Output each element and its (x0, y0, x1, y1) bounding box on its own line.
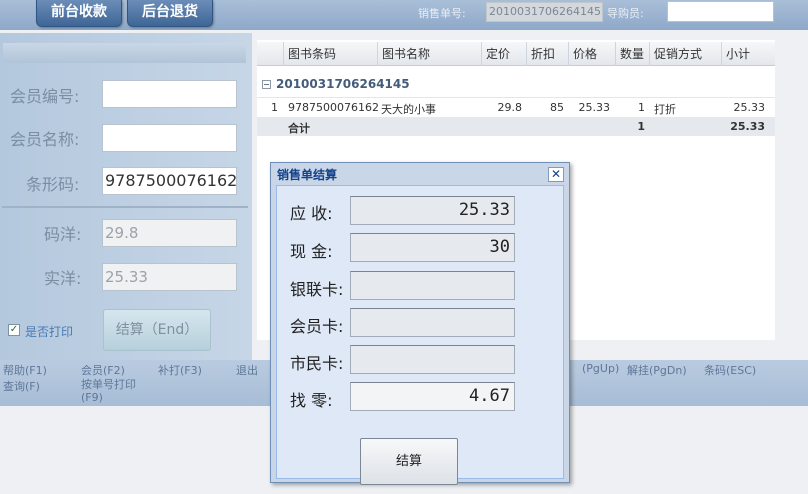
total-subtotal: 25.33 (730, 120, 765, 133)
change-label: 找 零: (290, 391, 333, 410)
top-bar: 前台收款 后台退货 销售单号: 2010031706264145 导购员: (0, 0, 808, 30)
receivable-field[interactable]: 25.33 (350, 196, 515, 225)
cash-input[interactable]: 30 (350, 233, 515, 262)
query-shortcut[interactable]: 查询(F) (3, 378, 40, 394)
entry-panel-header (3, 43, 246, 63)
close-icon[interactable]: ✕ (548, 167, 564, 182)
column-header-promotion[interactable]: 促销方式 (649, 42, 721, 66)
cash-label: 现 金: (290, 242, 333, 261)
table-row[interactable]: 1 9787500076162 天大的小事 29.8 85 25.33 1 打折… (257, 97, 775, 116)
member-number-label: 会员编号: (10, 87, 80, 106)
print-by-number-key: (F9) (81, 391, 103, 404)
release-shortcut[interactable]: 解挂(PgDn) (627, 362, 687, 378)
column-header-subtotal[interactable]: 小计 (721, 42, 775, 66)
member-card-input[interactable] (350, 308, 515, 337)
sales-guide-label: 导购员: (607, 7, 644, 20)
print-by-number-shortcut[interactable]: 按单号打印 (81, 376, 136, 392)
group-row[interactable]: − 2010031706264145 (257, 76, 775, 94)
settle-button[interactable]: 结算 (360, 438, 458, 485)
member-name-label: 会员名称: (10, 130, 80, 149)
exit-shortcut[interactable]: 退出 (236, 362, 258, 378)
print-checkbox[interactable]: ✓ (8, 324, 20, 336)
total-quantity: 1 (637, 120, 645, 133)
tab-front-checkout[interactable]: 前台收款 (36, 0, 122, 27)
dialog-body: 应 收: 25.33 现 金: 30 银联卡: 会员卡: 市民卡: 找 零: 4… (276, 185, 564, 485)
print-checkbox-label: 是否打印 (25, 325, 74, 339)
grid-header: 图书条码 图书名称 定价 折扣 价格 数量 促销方式 小计 (257, 42, 775, 66)
reprint-shortcut[interactable]: 补打(F3) (158, 362, 202, 378)
cell-list-price: 29.8 (497, 101, 523, 114)
divider (2, 206, 248, 208)
group-sale-number: 2010031706264145 (276, 77, 410, 91)
column-header-list-price[interactable]: 定价 (481, 42, 526, 66)
real-price-label: 实洋: (44, 269, 82, 288)
settlement-dialog: 销售单结算 ✕ 应 收: 25.33 现 金: 30 银联卡: 会员卡: 市民卡… (270, 162, 570, 485)
cell-promotion: 打折 (654, 103, 676, 116)
total-row: 合计 1 25.33 (257, 117, 775, 136)
barcode-input[interactable]: 9787500076162 (102, 167, 237, 195)
row-number: 1 (271, 101, 278, 114)
member-card-label: 会员卡: (290, 317, 344, 336)
cell-barcode: 9787500076162 (288, 101, 379, 114)
member-name-input[interactable] (102, 124, 237, 152)
change-field[interactable]: 4.67 (350, 382, 515, 411)
unionpay-input[interactable] (350, 271, 515, 300)
sale-number-label: 销售单号: (418, 7, 466, 20)
sale-number-field[interactable]: 2010031706264145 (486, 2, 603, 22)
cell-title: 天大的小事 (381, 103, 436, 116)
barcode-label: 条形码: (26, 175, 80, 194)
real-price-field: 25.33 (102, 263, 237, 291)
checkout-button[interactable]: 结算（End） (103, 309, 211, 351)
cell-quantity: 1 (638, 101, 645, 114)
hold-shortcut[interactable]: (PgUp) (582, 362, 619, 375)
barcode-shortcut[interactable]: 条码(ESC) (704, 362, 756, 378)
receivable-label: 应 收: (290, 204, 333, 223)
column-header-barcode[interactable]: 图书条码 (283, 42, 377, 66)
cell-subtotal: 25.33 (733, 101, 766, 114)
column-header-quantity[interactable]: 数量 (615, 42, 649, 66)
help-shortcut[interactable]: 帮助(F1) (3, 362, 47, 378)
cell-price: 25.33 (578, 101, 611, 114)
list-price-field: 29.8 (102, 219, 237, 247)
column-header-title[interactable]: 图书名称 (377, 42, 481, 66)
dialog-title: 销售单结算 (277, 168, 338, 182)
sales-guide-field[interactable] (667, 1, 774, 22)
citizen-card-input[interactable] (350, 345, 515, 374)
unionpay-label: 银联卡: (290, 280, 344, 299)
row-number-column-header (257, 42, 283, 66)
tab-back-return[interactable]: 后台退货 (127, 0, 213, 27)
cell-discount: 85 (550, 101, 564, 114)
column-header-discount[interactable]: 折扣 (526, 42, 568, 66)
list-price-label: 码洋: (44, 225, 82, 244)
column-header-price[interactable]: 价格 (568, 42, 615, 66)
member-number-input[interactable] (102, 80, 237, 108)
total-label: 合计 (288, 122, 310, 135)
collapse-icon[interactable]: − (262, 80, 271, 89)
citizen-card-label: 市民卡: (290, 354, 344, 373)
